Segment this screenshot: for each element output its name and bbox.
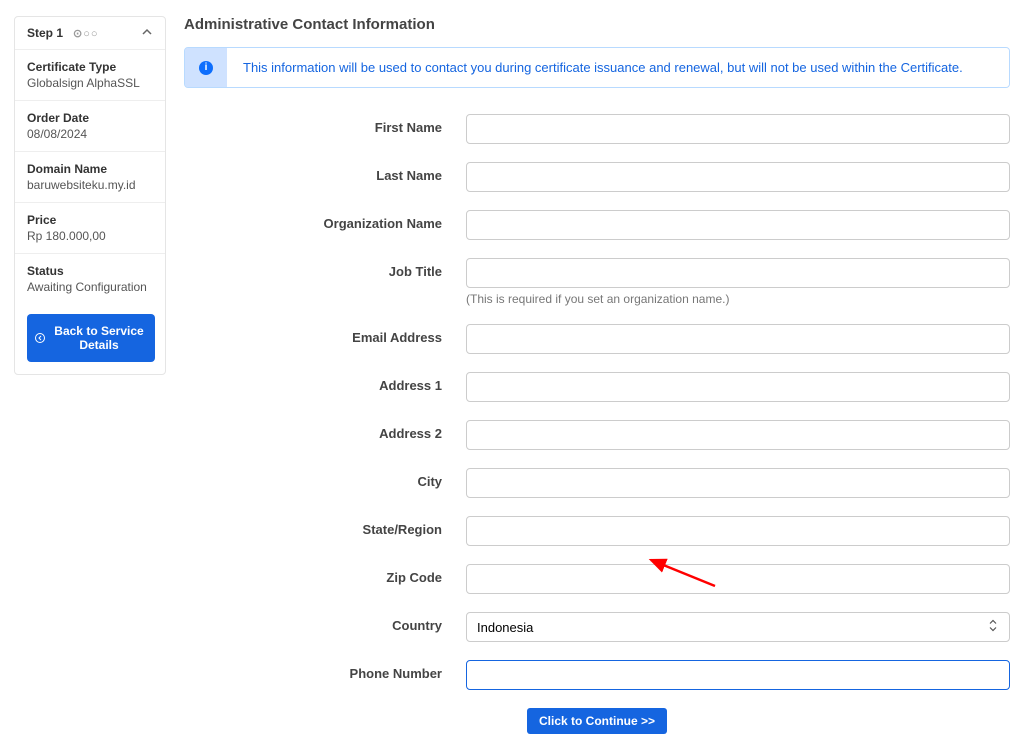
country-label: Country xyxy=(184,612,466,633)
step-panel: Step 1 ⊙○○ Certificate Type Globalsign A… xyxy=(14,16,166,375)
summary-row-status: Status Awaiting Configuration xyxy=(15,254,165,304)
organization-name-label: Organization Name xyxy=(184,210,466,231)
first-name-label: First Name xyxy=(184,114,466,135)
city-label: City xyxy=(184,468,466,489)
section-title: Administrative Contact Information xyxy=(184,16,1010,33)
step-label: Step 1 xyxy=(27,26,63,40)
country-select[interactable]: Indonesia xyxy=(466,612,1010,642)
summary-label: Order Date xyxy=(27,111,153,125)
state-region-label: State/Region xyxy=(184,516,466,537)
address1-input[interactable] xyxy=(466,372,1010,402)
summary-label: Certificate Type xyxy=(27,60,153,74)
back-button-label: Back to Service Details xyxy=(51,324,147,352)
zip-code-input[interactable] xyxy=(466,564,1010,594)
last-name-input[interactable] xyxy=(466,162,1010,192)
summary-value: Awaiting Configuration xyxy=(27,280,153,294)
info-banner: i This information will be used to conta… xyxy=(184,47,1010,88)
first-name-input[interactable] xyxy=(466,114,1010,144)
main-content: Administrative Contact Information i Thi… xyxy=(184,16,1010,734)
summary-value: baruwebsiteku.my.id xyxy=(27,178,153,192)
back-to-service-button[interactable]: Back to Service Details xyxy=(27,314,155,362)
summary-row-price: Price Rp 180.000,00 xyxy=(15,203,165,254)
last-name-label: Last Name xyxy=(184,162,466,183)
summary-label: Price xyxy=(27,213,153,227)
summary-row-certificate-type: Certificate Type Globalsign AlphaSSL xyxy=(15,50,165,101)
step-header[interactable]: Step 1 ⊙○○ xyxy=(15,17,165,50)
summary-row-order-date: Order Date 08/08/2024 xyxy=(15,101,165,152)
summary-label: Domain Name xyxy=(27,162,153,176)
summary-label: Status xyxy=(27,264,153,278)
sidebar: Step 1 ⊙○○ Certificate Type Globalsign A… xyxy=(14,16,166,734)
summary-value: 08/08/2024 xyxy=(27,127,153,141)
info-icon: i xyxy=(199,61,213,75)
summary-value: Globalsign AlphaSSL xyxy=(27,76,153,90)
job-title-helper: (This is required if you set an organiza… xyxy=(466,292,1010,306)
info-banner-text: This information will be used to contact… xyxy=(227,48,1009,87)
phone-number-input[interactable] xyxy=(466,660,1010,690)
city-input[interactable] xyxy=(466,468,1010,498)
summary-value: Rp 180.000,00 xyxy=(27,229,153,243)
summary-row-domain-name: Domain Name baruwebsiteku.my.id xyxy=(15,152,165,203)
address2-input[interactable] xyxy=(466,420,1010,450)
organization-name-input[interactable] xyxy=(466,210,1010,240)
job-title-label: Job Title xyxy=(184,258,466,279)
state-region-input[interactable] xyxy=(466,516,1010,546)
job-title-input[interactable] xyxy=(466,258,1010,288)
arrow-left-icon xyxy=(35,332,45,344)
email-address-input[interactable] xyxy=(466,324,1010,354)
step-progress-dots: ⊙○○ xyxy=(73,27,131,40)
info-icon-box: i xyxy=(185,48,227,87)
continue-button[interactable]: Click to Continue >> xyxy=(527,708,667,734)
phone-number-label: Phone Number xyxy=(184,660,466,681)
zip-code-label: Zip Code xyxy=(184,564,466,585)
chevron-up-icon xyxy=(141,25,153,41)
address1-label: Address 1 xyxy=(184,372,466,393)
address2-label: Address 2 xyxy=(184,420,466,441)
email-address-label: Email Address xyxy=(184,324,466,345)
